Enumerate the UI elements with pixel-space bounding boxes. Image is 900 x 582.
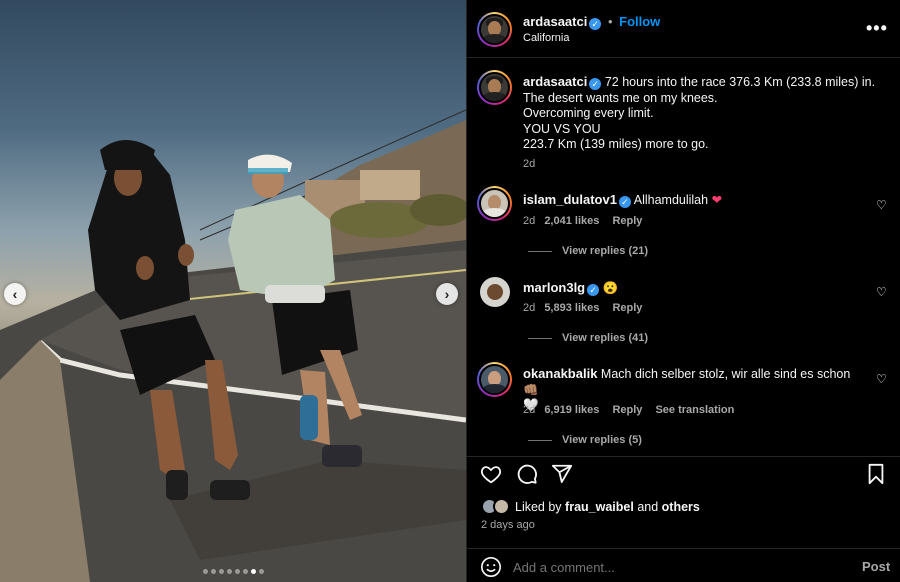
carousel-dot (210, 569, 216, 574)
liker-avatar[interactable] (493, 498, 510, 515)
commenter-avatar[interactable] (480, 277, 510, 307)
comment-icon[interactable] (516, 463, 538, 485)
post-dialog: ‹ › ardasaatci ✓ • Follow California ••• … (0, 0, 900, 582)
heart-emoji: ❤ (711, 193, 723, 207)
caption-line: 223.7 Km (139 miles) more to go. (523, 137, 709, 152)
carousel-dot (258, 569, 264, 574)
follow-button[interactable]: Follow (619, 14, 660, 29)
commenter-username[interactable]: marlon3lg (523, 280, 585, 295)
divider (466, 456, 900, 457)
view-replies[interactable]: View replies (41) (528, 332, 648, 344)
post-media[interactable]: ‹ › (0, 0, 466, 582)
carousel-dot (218, 569, 224, 574)
verified-badge-icon: ✓ (618, 196, 631, 208)
comment-like-heart-icon[interactable]: ♡ (876, 372, 887, 386)
verified-badge-icon: ✓ (587, 284, 600, 296)
view-replies[interactable]: View replies (5) (528, 434, 642, 446)
commenter-avatar[interactable] (477, 362, 512, 397)
comment-meta: 2d 5,893 likes Reply (523, 302, 642, 314)
liked-by-user[interactable]: frau_waibel (565, 500, 634, 514)
liked-by-and: and (637, 500, 659, 514)
caption: ardasaatci ✓ 72 hours into the race 376.3… (523, 74, 883, 153)
liked-by-others[interactable]: others (662, 500, 700, 514)
comment-likes[interactable]: 6,919 likes (544, 404, 599, 416)
commenter-avatar[interactable] (477, 186, 512, 221)
separator: • (607, 14, 613, 29)
reply-button[interactable]: Reply (612, 215, 642, 227)
commenter-username[interactable]: okanakbalik (523, 366, 597, 381)
post-comment-button[interactable]: Post (862, 559, 890, 574)
post-photo (0, 109, 466, 582)
view-replies-label[interactable]: View replies (41) (562, 332, 648, 344)
comment-likes[interactable]: 5,893 likes (544, 302, 599, 314)
carousel-dot (234, 569, 240, 574)
view-replies-label[interactable]: View replies (5) (562, 434, 642, 446)
comment-age: 2d (523, 404, 536, 416)
comment-likes[interactable]: 2,041 likes (544, 215, 599, 227)
post-location[interactable]: California (523, 32, 569, 44)
caption-line: 72 hours into the race 376.3 Km (233.8 m… (604, 75, 876, 89)
comment-text: islam_dulatov1 ✓ Allhamdulilah ❤ (523, 192, 722, 209)
more-options-icon[interactable]: ••• (866, 18, 888, 39)
comment-like-heart-icon[interactable]: ♡ (876, 198, 887, 212)
comment-text: marlon3lg ✓ 😮 (523, 280, 618, 297)
caption-age: 2d (523, 158, 536, 170)
comment-body: Mach dich selber stolz, wir alle sind es… (600, 367, 851, 381)
view-replies-label[interactable]: View replies (21) (562, 245, 648, 257)
reply-button[interactable]: Reply (612, 404, 642, 416)
bookmark-icon[interactable] (866, 463, 886, 485)
view-replies[interactable]: View replies (21) (528, 245, 648, 257)
chevron-left-icon[interactable]: ‹ (4, 283, 26, 305)
comment-meta: 2d 2,041 likes Reply (523, 215, 642, 227)
caption-line: The desert wants me on my knees. (523, 90, 718, 105)
face-emoji: 😮 (602, 281, 619, 295)
share-icon[interactable] (551, 463, 573, 485)
caption-username[interactable]: ardasaatci (523, 74, 587, 89)
carousel-dot (202, 569, 208, 574)
caption-line: YOU VS YOU (523, 121, 601, 136)
liked-by-prefix: Liked by (515, 500, 562, 514)
author-avatar[interactable] (477, 12, 512, 47)
post-time[interactable]: 2 days ago (481, 519, 535, 531)
liked-by: Liked by frau_waibel and others (515, 500, 700, 514)
verified-badge-icon: ✓ (589, 18, 602, 30)
fist-emoji: 👊🏽 (523, 382, 539, 397)
emoji-icon[interactable] (480, 556, 502, 578)
comment-meta: 2d 6,919 likes Reply See translation (523, 404, 734, 416)
heart-icon[interactable] (480, 463, 502, 485)
comment-body: Allhamdulilah (633, 193, 709, 207)
caption-line: Overcoming every limit. (523, 106, 654, 121)
carousel-dot (226, 569, 232, 574)
author-username[interactable]: ardasaatci (523, 14, 587, 29)
see-translation-button[interactable]: See translation (655, 404, 734, 416)
comment-age: 2d (523, 302, 536, 314)
carousel-indicator (0, 569, 466, 574)
comment-input[interactable] (513, 557, 843, 577)
comment-age: 2d (523, 215, 536, 227)
commenter-username[interactable]: islam_dulatov1 (523, 192, 617, 207)
comment-like-heart-icon[interactable]: ♡ (876, 285, 887, 299)
reply-button[interactable]: Reply (612, 302, 642, 314)
carousel-dot (242, 569, 248, 574)
post-author-line: ardasaatci ✓ • Follow (523, 14, 660, 30)
verified-badge-icon: ✓ (589, 78, 602, 90)
chevron-right-icon[interactable]: › (436, 283, 458, 305)
carousel-dot (250, 569, 256, 574)
caption-avatar[interactable] (477, 70, 512, 105)
divider (466, 548, 900, 549)
